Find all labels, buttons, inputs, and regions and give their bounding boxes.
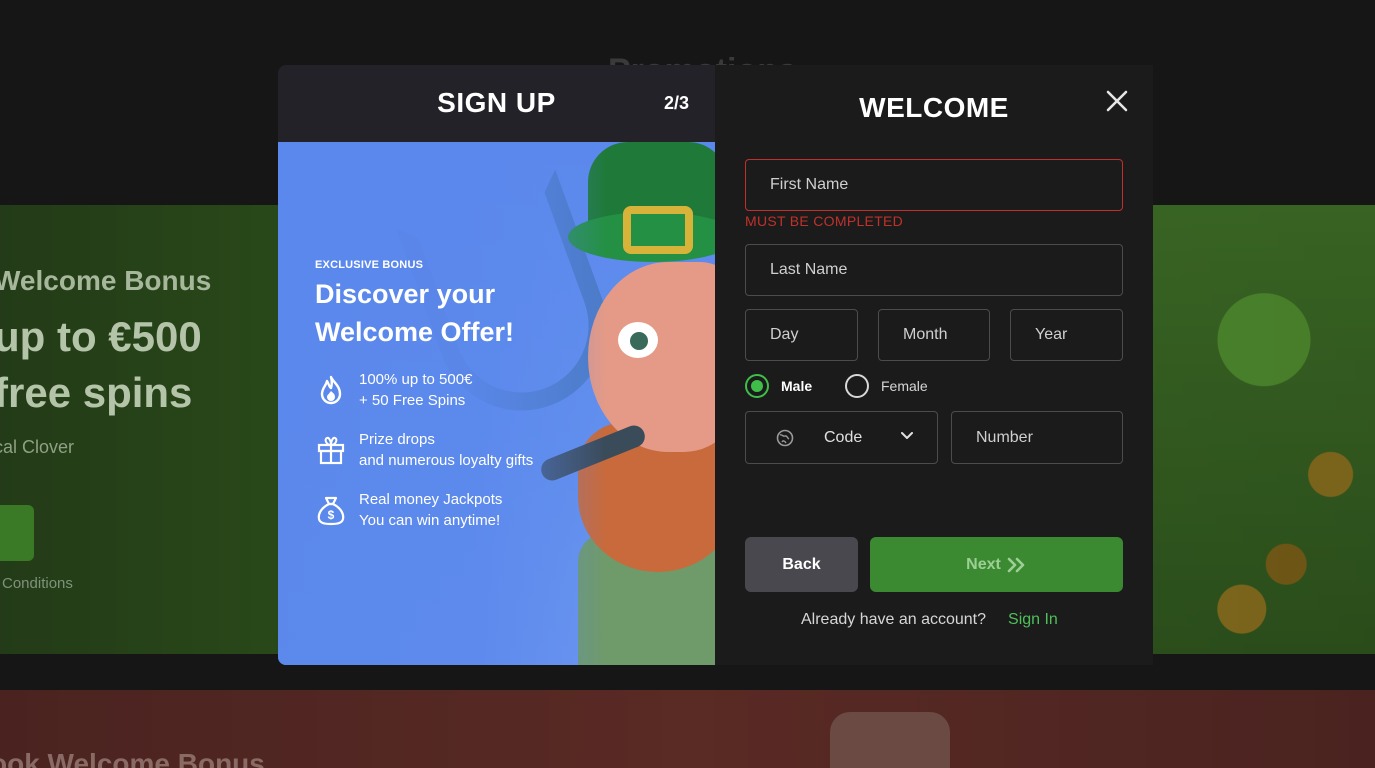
promo-copy: EXCLUSIVE BONUS Discover your Welcome Of… (315, 259, 533, 531)
male-radio[interactable] (745, 374, 769, 398)
second-promo-heading: ook Welcome Bonus (0, 748, 265, 768)
promo-eyebrow: EXCLUSIVE BONUS (315, 259, 424, 271)
second-promo-banner: ook Welcome Bonus (0, 690, 1375, 768)
phone-number-field[interactable] (951, 411, 1123, 464)
month-field[interactable] (878, 309, 990, 361)
female-label: Female (881, 378, 928, 394)
male-label: Male (781, 378, 813, 394)
sign-in-link[interactable]: Sign In (1008, 611, 1058, 629)
promo-cta-button[interactable] (0, 505, 34, 561)
signup-title: SIGN UP (437, 87, 556, 118)
gender-male-option[interactable]: Male (745, 374, 812, 398)
promo-artwork (1153, 205, 1375, 654)
double-chevron-right-icon (1007, 557, 1027, 573)
step-indicator: 2/3 (663, 93, 689, 113)
svg-text:$: $ (328, 508, 335, 522)
feature-bonus: 100% up to 500€ + 50 Free Spins (315, 369, 533, 411)
promo-conditions-link[interactable]: Conditions (2, 575, 73, 592)
signup-header: SIGN UP 2/3 (278, 65, 715, 142)
gift-icon (315, 434, 347, 466)
year-field[interactable] (1010, 309, 1123, 361)
promo-headline: Discover your Welcome Offer! (315, 279, 515, 347)
promo-offer: up to €500 (0, 313, 202, 360)
gender-female-option[interactable]: Female (845, 374, 928, 398)
close-icon[interactable] (1105, 89, 1129, 113)
fire-icon (315, 374, 347, 406)
phone-number-input[interactable] (976, 428, 1122, 447)
month-input[interactable] (903, 326, 989, 344)
next-button[interactable]: Next (870, 537, 1123, 592)
last-name-field[interactable] (745, 244, 1123, 296)
account-prompt-row: Already have an account? Sign In (801, 611, 1058, 629)
phone-code-value: Code (824, 428, 863, 446)
first-name-input[interactable] (770, 176, 1122, 194)
female-radio[interactable] (845, 374, 869, 398)
last-name-input[interactable] (770, 261, 1122, 279)
chevron-down-icon (901, 432, 913, 440)
year-input[interactable] (1035, 326, 1122, 344)
phone-code-select[interactable]: Code (745, 411, 938, 464)
promo-offer-line2: free spins (0, 369, 193, 416)
feature-jackpots: $ Real money Jackpots You can win anytim… (315, 489, 533, 531)
form-title: WELCOME (859, 92, 1009, 123)
signup-promo-panel: SIGN UP 2/3 EXCLUSIVE BONUS Discover you… (278, 65, 715, 665)
promo-banner-text: Welcome Bonus up to €500 free spins cal … (0, 265, 211, 458)
money-bag-icon: $ (315, 494, 347, 526)
first-name-error: MUST BE COMPLETED (745, 213, 904, 229)
day-input[interactable] (770, 326, 857, 344)
mug-artwork (830, 712, 950, 768)
promo-heading: Welcome Bonus (0, 265, 212, 296)
first-name-field[interactable] (745, 159, 1123, 211)
globe-icon (776, 429, 794, 447)
feature-prizes: Prize drops and numerous loyalty gifts (315, 429, 533, 471)
account-prompt: Already have an account? (801, 611, 987, 628)
promo-game: cal Clover (0, 437, 75, 457)
back-button[interactable]: Back (745, 537, 858, 592)
day-field[interactable] (745, 309, 858, 361)
